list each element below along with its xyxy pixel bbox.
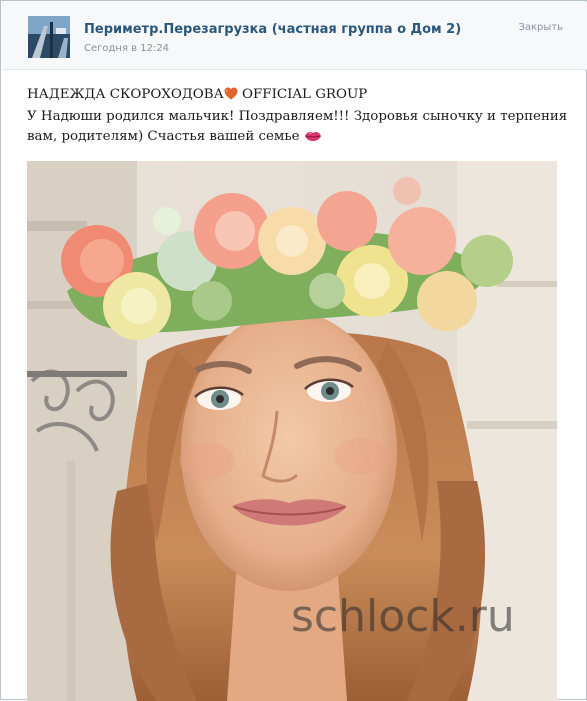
post-photo[interactable]: schlock.ru [27, 161, 557, 701]
post-text: НАДЕЖДА СКОРОХОДОВА OFFICIAL GROUP У Над… [27, 85, 567, 149]
post-text-line-1: У Надюши родился мальчик! Поздравляем!!!… [27, 109, 568, 124]
kiss-lips-icon [304, 129, 322, 149]
post-text-line-2-content: вам, родителям) Счастья вашей семье [27, 129, 300, 144]
post-text-line-2: вам, родителям) Счастья вашей семье [27, 127, 567, 149]
heart-icon [224, 87, 238, 107]
post-title-name: НАДЕЖДА СКОРОХОДОВА [27, 87, 224, 102]
post-title-suffix: OFFICIAL GROUP [237, 87, 368, 102]
group-avatar-icon[interactable] [28, 16, 70, 58]
post-timestamp[interactable]: Сегодня в 12:24 [84, 43, 169, 54]
close-button[interactable]: Закрыть [518, 22, 563, 33]
group-name-link[interactable]: Периметр.Перезагрузка (частная группа о … [84, 22, 461, 37]
photo-woman-flower-crown [27, 161, 557, 701]
post-header: Периметр.Перезагрузка (частная группа о … [2, 2, 587, 70]
post-card: Периметр.Перезагрузка (частная группа о … [0, 0, 587, 701]
post-title-line: НАДЕЖДА СКОРОХОДОВА OFFICIAL GROUP [27, 85, 567, 107]
